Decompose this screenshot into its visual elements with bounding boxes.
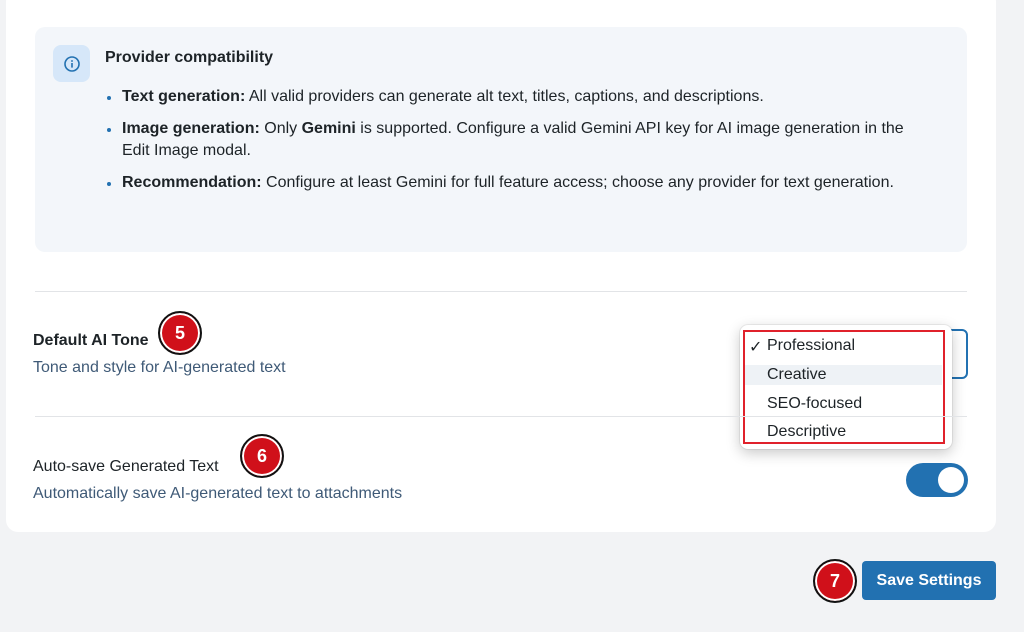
tone-option-seo-focused[interactable]: SEO-focused [767, 395, 862, 413]
bullet-text: All valid providers can generate alt tex… [245, 88, 764, 105]
toggle-knob [938, 467, 964, 493]
section-divider [35, 416, 967, 417]
bullet-bold-word: Gemini [301, 120, 356, 137]
tone-option-creative[interactable]: Creative [767, 366, 827, 384]
bullet-text: Configure at least Gemini for full featu… [261, 174, 894, 191]
annotation-badge-5: 5 [158, 311, 202, 355]
tone-option-professional[interactable]: Professional [767, 337, 855, 355]
annotation-badge-7: 7 [813, 559, 857, 603]
bullet-label: Recommendation: [122, 174, 262, 191]
tone-option-descriptive[interactable]: Descriptive [767, 423, 846, 441]
autosave-setting-description: Automatically save AI-generated text to … [33, 485, 403, 502]
list-item: Recommendation: Configure at least Gemin… [105, 172, 935, 194]
notice-bullet-list: Text generation: All valid providers can… [105, 86, 935, 204]
bullet-dot-icon [107, 182, 111, 186]
annotation-badge-6: 6 [240, 434, 284, 478]
checkmark-icon: ✓ [749, 339, 763, 356]
info-icon [53, 45, 90, 82]
bullet-label: Image generation: [122, 120, 260, 137]
bullet-dot-icon [107, 128, 111, 132]
tone-setting-description: Tone and style for AI-generated text [33, 359, 286, 376]
tone-setting-title: Default AI Tone [33, 332, 149, 349]
bullet-dot-icon [107, 96, 111, 100]
autosave-toggle[interactable] [906, 463, 968, 497]
notice-title: Provider compatibility [105, 49, 274, 66]
autosave-setting-title: Auto-save Generated Text [33, 458, 219, 475]
bullet-text: Only [259, 120, 302, 137]
save-settings-button[interactable]: Save Settings [862, 561, 996, 600]
section-divider [35, 291, 967, 292]
list-item: Text generation: All valid providers can… [105, 86, 935, 108]
list-item: Image generation: Only Gemini is support… [105, 118, 935, 162]
bullet-label: Text generation: [122, 88, 246, 105]
